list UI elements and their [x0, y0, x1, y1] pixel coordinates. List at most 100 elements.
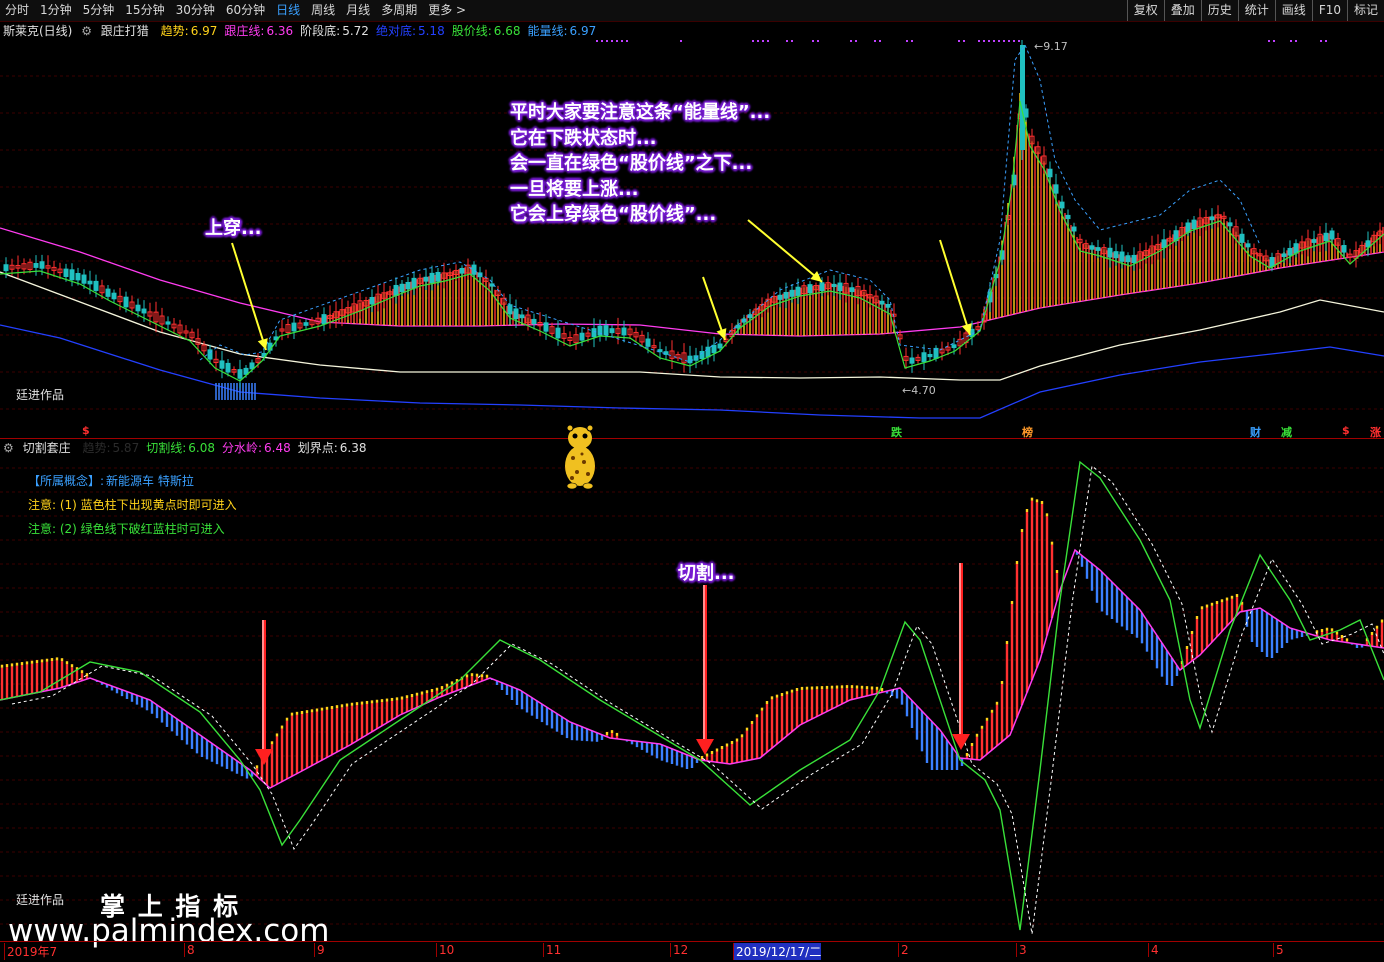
- yellow-tip: [1045, 513, 1049, 517]
- yellow-tip: [1340, 635, 1344, 638]
- candle-body: [531, 318, 537, 325]
- candle-body: [555, 327, 561, 339]
- sub-readouts: 趋势: 5.87 切割线: 6.08 分水岭: 6.48 划界点: 6.38: [82, 441, 373, 455]
- period-tab-9[interactable]: 多周期: [376, 0, 423, 21]
- candle-body: [243, 367, 249, 375]
- cutting-indicator-chart[interactable]: [0, 455, 1384, 941]
- yellow-tip: [445, 683, 449, 687]
- signal-dot: [757, 40, 759, 42]
- yellow-tip: [1375, 625, 1379, 629]
- time-axis-label-0: 2019年7: [4, 943, 57, 960]
- signal-dot: [1325, 40, 1327, 42]
- yellow-tip: [1205, 604, 1209, 608]
- candle-body: [1053, 184, 1059, 194]
- period-tab-0[interactable]: 分时: [0, 0, 35, 21]
- candle-body: [1293, 243, 1299, 254]
- signal-dot: [762, 40, 764, 42]
- signal-dot: [817, 40, 819, 42]
- candle-body: [717, 343, 723, 349]
- period-tab-2[interactable]: 5分钟: [78, 0, 121, 21]
- yellow-tip: [995, 701, 999, 705]
- signal-dot: [983, 40, 985, 42]
- period-tab-4[interactable]: 30分钟: [171, 0, 221, 21]
- yellow-tip: [860, 685, 864, 689]
- candle-body: [3, 264, 9, 272]
- time-axis-label-9: 4: [1148, 943, 1159, 957]
- candle-body: [225, 362, 231, 373]
- candle-body: [621, 327, 627, 336]
- yellow-tip: [285, 717, 289, 721]
- yellow-tip: [785, 691, 789, 695]
- candle-body: [471, 264, 477, 275]
- yellow-tip: [710, 751, 714, 754]
- period-tab-7[interactable]: 周线: [306, 0, 341, 21]
- yellow-tip: [1025, 509, 1029, 512]
- signal-dot: [1273, 40, 1275, 42]
- period-tab-10[interactable]: 更多 >: [423, 0, 472, 21]
- yellow-tip: [805, 686, 809, 690]
- candle-body: [1239, 233, 1245, 243]
- yellow-tip: [405, 695, 409, 699]
- toolbar-button-2[interactable]: 历史: [1200, 0, 1238, 21]
- yellow-tip: [345, 703, 349, 707]
- candle-body: [645, 338, 651, 347]
- candle-body: [807, 284, 813, 294]
- yellow-tip: [1210, 602, 1214, 606]
- time-axis-label-6: 2019/12/17/二: [733, 943, 822, 960]
- yellow-tip: [970, 743, 974, 746]
- yellow-tip: [50, 658, 54, 662]
- signal-dot: [1003, 40, 1005, 42]
- yellow-tip: [990, 709, 994, 713]
- yellow-tip: [1040, 501, 1044, 504]
- toolbar-button-1[interactable]: 叠加: [1163, 0, 1201, 21]
- sub-settings-gear-icon[interactable]: ⚙: [3, 441, 14, 455]
- period-tab-8[interactable]: 月线: [341, 0, 376, 21]
- signal-dot: [963, 40, 965, 42]
- yellow-tip: [340, 704, 344, 708]
- candle-body: [39, 261, 45, 269]
- signal-dot: [993, 40, 995, 42]
- sub-indicator-name[interactable]: 切割套庄: [23, 441, 71, 455]
- yellow-tip: [305, 710, 309, 714]
- yellow-tip: [820, 686, 824, 690]
- candle-body: [579, 332, 585, 341]
- yellow-tip: [875, 686, 879, 690]
- time-axis-label-8: 3: [1016, 943, 1027, 957]
- yellow-tip: [280, 725, 284, 729]
- candle-body: [459, 267, 465, 274]
- marker-dollar-2: $: [1342, 424, 1350, 437]
- toolbar-right-buttons: 复权 叠加 历史 统计 画线 F10 标记: [1126, 0, 1384, 21]
- toolbar-button-5[interactable]: F10: [1311, 0, 1347, 21]
- period-tab-6[interactable]: 日线: [271, 0, 306, 21]
- period-tab-1[interactable]: 1分钟: [35, 0, 78, 21]
- candle-body: [789, 289, 795, 297]
- toolbar-button-4[interactable]: 画线: [1274, 0, 1312, 21]
- candle-body: [1059, 201, 1065, 209]
- candle-body: [1107, 247, 1113, 258]
- arrow-line: [939, 239, 971, 336]
- yellow-tip: [850, 685, 854, 689]
- main-author-label: 廷进作品: [16, 388, 65, 402]
- period-tab-5[interactable]: 60分钟: [221, 0, 271, 21]
- yellow-tip: [1330, 628, 1334, 632]
- candle-body: [1125, 255, 1131, 263]
- toolbar-button-3[interactable]: 统计: [1237, 0, 1275, 21]
- candle-body: [777, 294, 783, 300]
- candle-body: [735, 324, 741, 329]
- yellow-tip: [370, 700, 374, 704]
- period-tab-3[interactable]: 15分钟: [120, 0, 170, 21]
- yellow-tip: [295, 711, 299, 715]
- toolbar-button-0[interactable]: 复权: [1126, 0, 1164, 21]
- toolbar-button-6[interactable]: 标记: [1346, 0, 1384, 21]
- candle-body: [1089, 245, 1095, 250]
- yellow-tip: [855, 685, 859, 689]
- candle-body: [1131, 254, 1137, 264]
- yellow-tip: [480, 674, 484, 678]
- yellow-tip: [1345, 638, 1349, 642]
- time-axis-label-7: 2: [898, 943, 909, 957]
- yellow-tip: [270, 741, 274, 745]
- sub-grid: [0, 467, 1384, 925]
- signal-dot: [850, 40, 852, 42]
- candle-body: [429, 272, 435, 284]
- candle-body: [1329, 230, 1335, 240]
